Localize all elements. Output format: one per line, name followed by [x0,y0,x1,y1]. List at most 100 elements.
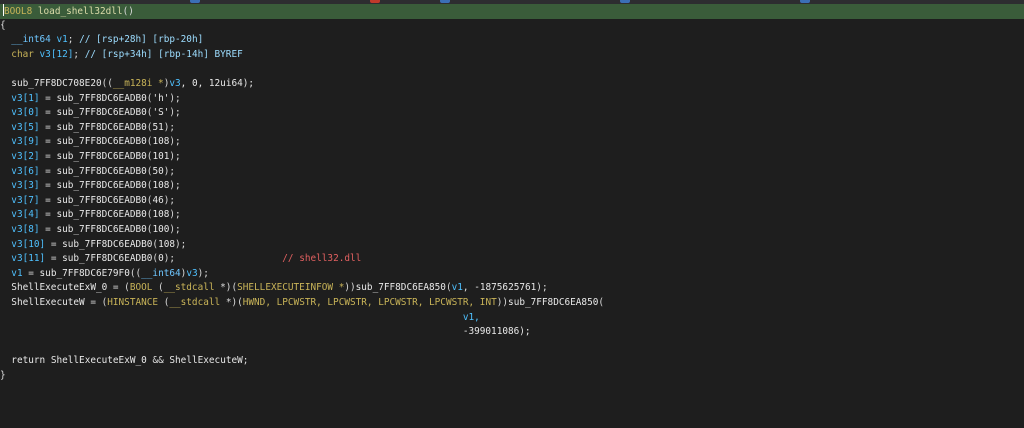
call-fn[interactable]: sub_7FF8DC6EADB0 [56,122,146,133]
call-arg: 108 [152,136,170,148]
decl-type: char [11,48,34,60]
assign-lhs[interactable]: v3[10] [11,239,45,250]
code-line-assign[interactable]: v3[5] = sub_7FF8DC6EADB0(51); [0,121,1024,136]
inline-comment: // shell32.dll [282,253,362,265]
call-arg: 46 [152,194,164,206]
return-keyword: return [11,355,46,367]
code-line-memset[interactable]: sub_7FF8DC708E20((__m128i *)v3, 0, 12ui6… [0,77,1024,92]
call-fn[interactable]: sub_7FF8DC6EA850 [508,297,598,308]
code-line-decl-v3[interactable]: char v3[12]; // [rsp+34h] [rbp-14h] BYRE… [0,48,1024,63]
call-var[interactable]: v3 [169,78,180,89]
code-line-shellexecute[interactable]: ShellExecuteW = (HINSTANCE (__stdcall *)… [0,296,1024,311]
code-line-return[interactable]: return ShellExecuteExW_0 && ShellExecute… [0,354,1024,369]
assign-lhs[interactable]: v3[1] [11,93,39,104]
code-line-assign[interactable]: v3[2] = sub_7FF8DC6EADB0(101); [0,150,1024,165]
tab-marker[interactable] [440,0,450,3]
tab-marker[interactable] [190,0,200,3]
function-name[interactable]: load_shell32dll [38,6,123,17]
call-arg: 'h' [152,92,170,104]
call-var[interactable]: v3 [186,268,197,279]
return-operand[interactable]: ShellExecuteW [169,355,242,366]
assign-lhs[interactable]: v3[9] [11,136,39,147]
call-var[interactable]: v1, [463,312,480,323]
assign-lhs[interactable]: v3[2] [11,151,39,162]
call-fn[interactable]: sub_7FF8DC6EADB0 [62,239,152,250]
call-fn[interactable]: sub_7FF8DC6EADB0 [56,209,146,220]
assign-lhs[interactable]: ShellExecuteExW_0 [11,282,107,293]
call-fn[interactable]: sub_7FF8DC6EADB0 [62,253,152,264]
assign-lhs[interactable]: ShellExecuteW [11,297,84,308]
code-line-assign[interactable]: v3[7] = sub_7FF8DC6EADB0(46); [0,194,1024,209]
assign-lhs[interactable]: v3[11] [11,253,45,264]
call-fn[interactable]: sub_7FF8DC6EADB0 [56,151,146,162]
code-line-signature[interactable]: BOOL8 load_shell32dll() [0,4,1024,19]
param-types: HWND, LPCWSTR, LPCWSTR, LPCWSTR, LPCWSTR… [242,297,497,308]
open-brace: { [0,19,6,31]
call-arg: 108 [158,238,176,250]
call-fn[interactable]: sub_7FF8DC6EADB0 [56,195,146,206]
tab-marker[interactable] [620,0,630,3]
code-line-assign[interactable]: v3[1] = sub_7FF8DC6EADB0('h'); [0,92,1024,107]
call-fn[interactable]: sub_7FF8DC6EADB0 [56,136,146,147]
code-line-assign[interactable]: v3[9] = sub_7FF8DC6EADB0(108); [0,135,1024,150]
function-params: () [122,6,134,17]
assign-lhs[interactable]: v3[4] [11,209,39,220]
call-arg: 108 [152,180,170,192]
call-arg: 101 [152,151,170,162]
assign-lhs[interactable]: v1 [11,268,22,279]
code-line-decl-v1[interactable]: __int64 v1; // [rsp+28h] [rbp-20h] [0,33,1024,48]
assign-lhs[interactable]: v3[6] [11,166,39,177]
code-line-assign[interactable]: v3[3] = sub_7FF8DC6EADB0(108); [0,179,1024,194]
code-line-shellexecute-arg1[interactable]: v1, [0,311,1024,326]
code-line-assign[interactable]: v3[8] = sub_7FF8DC6EADB0(100); [0,223,1024,238]
decl-comment: // [rsp+34h] [rbp-14h] BYREF [84,48,243,60]
code-line-open-brace[interactable]: { [0,19,1024,34]
code-line-assign[interactable]: v3[11] = sub_7FF8DC6EADB0(0); // shell32… [0,252,1024,267]
code-line-shellexecuteex[interactable]: ShellExecuteExW_0 = (BOOL (__stdcall *)(… [0,281,1024,296]
call-fn[interactable]: sub_7FF8DC6E79F0 [40,268,130,279]
call-arg: 108 [152,209,170,221]
assign-lhs[interactable]: v3[3] [11,180,39,191]
assign-lhs[interactable]: v3[0] [11,107,39,118]
close-brace: } [0,370,6,381]
call-var[interactable]: v1 [452,282,463,293]
code-line-assign[interactable]: v3[6] = sub_7FF8DC6EADB0(50); [0,165,1024,180]
code-line-shellexecute-arg2[interactable]: -399011086); [0,325,1024,340]
param-type: SHELLEXECUTEINFOW * [237,282,345,294]
code-line-assign[interactable]: v3[10] = sub_7FF8DC6EADB0(108); [0,238,1024,253]
code-line-assign[interactable]: v3[0] = sub_7FF8DC6EADB0('S'); [0,106,1024,121]
return-type: BOOL8 [4,6,33,17]
return-operator: && [152,355,164,367]
call-arg: -1875625761 [474,282,537,294]
decl-var[interactable]: v1 [56,34,67,45]
tab-marker[interactable] [370,0,380,3]
call-arg: 'S' [152,107,170,119]
assign-lhs[interactable]: v3[8] [11,224,39,235]
call-arg: -399011086); [462,326,531,338]
return-operand[interactable]: ShellExecuteExW_0 [51,355,147,366]
call-args: , 0, 12ui64); [180,78,255,89]
call-fn[interactable]: sub_7FF8DC6EADB0 [56,166,146,177]
calling-convention: __stdcall [163,282,215,294]
code-line-assign[interactable]: v3[4] = sub_7FF8DC6EADB0(108); [0,208,1024,223]
call-fn[interactable]: sub_7FF8DC6EADB0 [56,180,146,191]
call-fn[interactable]: sub_7FF8DC6EADB0 [56,107,146,118]
call-fn[interactable]: sub_7FF8DC6EADB0 [56,224,146,235]
cast-type: __m128i * [112,78,164,89]
assign-lhs[interactable]: v3[5] [11,122,39,133]
call-fn[interactable]: sub_7FF8DC6EADB0 [56,93,146,104]
calling-convention: __stdcall [169,297,221,308]
decl-var[interactable]: v3[12] [40,49,74,60]
code-line-v1-assign[interactable]: v1 = sub_7FF8DC6E79F0((__int64)v3); [0,267,1024,282]
cast-ret-type: BOOL [129,282,153,294]
pseudocode-view[interactable]: BOOL8 load_shell32dll() { __int64 v1; //… [0,4,1024,428]
tab-marker[interactable] [800,0,810,3]
assign-lhs[interactable]: v3[7] [11,195,39,206]
call-arg: 51 [152,121,164,133]
call-fn[interactable]: sub_7FF8DC708E20 [11,78,101,89]
decl-comment: // [rsp+28h] [rbp-20h] [79,34,204,46]
call-arg: 100 [152,224,170,235]
code-line-close-brace[interactable]: } [0,369,1024,384]
call-fn[interactable]: sub_7FF8DC6EA850 [356,282,446,293]
cast-ret-type: HINSTANCE [107,297,159,308]
